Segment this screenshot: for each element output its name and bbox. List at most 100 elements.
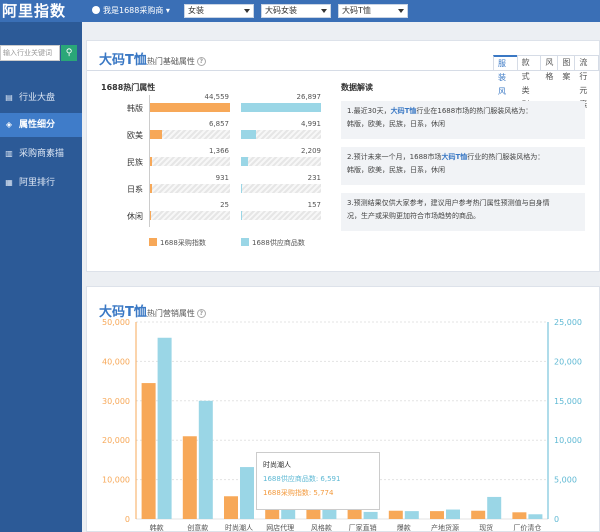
y-left-tick: 20,000 bbox=[102, 436, 130, 445]
select-subcategory[interactable]: 大码女装 bbox=[261, 4, 331, 18]
bar-supply bbox=[487, 496, 502, 519]
supply-bar bbox=[241, 184, 242, 193]
basic-attributes-panel: 大码T恤热门基础属性? 服装风格 款式类别 风格 图案 流行元素 1688热门属… bbox=[86, 40, 600, 272]
x-tick: 现货 bbox=[479, 523, 493, 532]
bar-supply bbox=[528, 514, 543, 519]
chevron-down-icon bbox=[244, 9, 250, 13]
buy-value: 1,366 bbox=[208, 147, 229, 155]
row-label: 民族 bbox=[127, 158, 143, 167]
bar-buy bbox=[471, 510, 486, 519]
y-right-tick: 15,000 bbox=[554, 397, 582, 406]
layers-icon: ◈ bbox=[5, 120, 13, 129]
chevron-down-icon bbox=[398, 9, 404, 13]
legend-buy: 1688采购指数 bbox=[160, 239, 206, 247]
x-tick: 创意款 bbox=[187, 523, 208, 532]
user-menu[interactable]: 我是1688采购商 ▾ bbox=[92, 0, 170, 22]
x-tick: 风格款 bbox=[311, 523, 332, 532]
x-tick: 韩款 bbox=[150, 523, 164, 532]
x-tick: 爆款 bbox=[397, 523, 411, 532]
bar-track bbox=[150, 211, 230, 220]
ranking-icon: ▦ bbox=[5, 178, 13, 187]
bar-buy bbox=[141, 383, 156, 519]
chevron-down-icon bbox=[321, 9, 327, 13]
bar-track bbox=[241, 211, 321, 220]
attribute-tabs: 服装风格 款式类别 风格 图案 流行元素 bbox=[493, 55, 600, 110]
y-left-tick: 30,000 bbox=[102, 397, 130, 406]
interpretation-item: 3.预测结果仅供大家参考，建议用户参考热门属性预测值与自身情 况，生产或采购更加符… bbox=[341, 193, 585, 231]
buy-value: 44,559 bbox=[204, 93, 230, 101]
x-tick: 网店代理 bbox=[266, 523, 294, 532]
supply-value: 2,209 bbox=[300, 147, 321, 155]
buy-bar bbox=[150, 103, 230, 112]
legend-swatch-buy bbox=[149, 238, 157, 246]
select-category[interactable]: 女装 bbox=[184, 4, 254, 18]
bar-buy bbox=[347, 509, 362, 519]
bar-supply bbox=[157, 337, 172, 519]
help-icon[interactable]: ? bbox=[196, 57, 206, 66]
supply-bar bbox=[241, 103, 321, 112]
chart-icon: ▤ bbox=[5, 93, 13, 102]
bar-buy bbox=[388, 510, 403, 519]
bar-supply bbox=[322, 509, 337, 519]
tab-fashion[interactable]: 风格 bbox=[540, 55, 559, 81]
row-label: 韩版 bbox=[127, 104, 143, 113]
user-label: 我是1688采购商 bbox=[103, 6, 164, 15]
sidebar-item-buyers[interactable]: ▥ 采购商素描 bbox=[0, 142, 82, 166]
panel-title: 大码T恤热门基础属性? bbox=[99, 49, 206, 68]
sidebar-item-attributes[interactable]: ◈ 属性细分 bbox=[0, 113, 82, 137]
chart-tooltip: 时尚潮人 1688供应商品数: 6,591 1688采购指数: 5,774 bbox=[256, 452, 380, 510]
supply-bar bbox=[241, 130, 256, 139]
supply-value: 231 bbox=[307, 174, 321, 182]
x-tick: 厂价清仓 bbox=[513, 523, 541, 532]
sidebar-item-industry[interactable]: ▤ 行业大盘 bbox=[0, 86, 82, 110]
buy-value: 25 bbox=[220, 201, 229, 209]
section-interpretation: 数据解读 bbox=[341, 83, 373, 92]
bar-track bbox=[241, 184, 321, 193]
buy-bar bbox=[150, 157, 153, 166]
tab-pattern[interactable]: 图案 bbox=[557, 55, 576, 81]
search-icon[interactable]: ⚲ bbox=[61, 45, 77, 61]
brand-logo[interactable]: 阿里指数 bbox=[0, 0, 82, 22]
y-right-tick: 20,000 bbox=[554, 357, 582, 366]
bar-supply bbox=[198, 400, 213, 519]
legend-swatch-supply bbox=[241, 238, 249, 246]
supply-value: 26,897 bbox=[296, 93, 322, 101]
bar-buy bbox=[512, 512, 527, 519]
tab-trend[interactable]: 流行元素 bbox=[574, 55, 600, 109]
tab-style[interactable]: 服装风格 bbox=[493, 55, 518, 110]
bar-buy bbox=[430, 511, 444, 519]
search-input[interactable]: 输入行业关键词 bbox=[0, 45, 60, 61]
bar-buy bbox=[224, 496, 238, 519]
supply-value: 157 bbox=[307, 201, 321, 209]
bar-buy bbox=[182, 436, 197, 519]
legend-supply: 1688供应商品数 bbox=[252, 239, 305, 247]
interpretation-item: 1.最近30天，大码T恤行业在1688市场的热门服装风格为： 韩版，欧美，民族，日… bbox=[341, 101, 585, 139]
supply-bar bbox=[241, 211, 242, 220]
select-product[interactable]: 大码T恤 bbox=[338, 4, 408, 18]
x-tick: 厂家直销 bbox=[349, 523, 377, 532]
y-right-tick: 25,000 bbox=[554, 318, 582, 327]
y-right-tick: 0 bbox=[554, 515, 559, 524]
y-right-tick: 5,000 bbox=[554, 476, 577, 485]
divider bbox=[87, 70, 600, 71]
y-left-tick: 50,000 bbox=[102, 318, 130, 327]
bar-track bbox=[241, 157, 321, 166]
bar-supply bbox=[404, 511, 419, 519]
sidebar-item-ranking[interactable]: ▦ 阿里排行 bbox=[0, 171, 82, 195]
y-left-tick: 10,000 bbox=[102, 476, 130, 485]
bar-track bbox=[150, 157, 230, 166]
tab-type[interactable]: 款式类别 bbox=[516, 55, 542, 109]
x-tick: 时尚潮人 bbox=[225, 523, 253, 532]
row-label: 休闲 bbox=[127, 212, 143, 221]
buy-value: 931 bbox=[215, 174, 229, 182]
tooltip-title: 时尚潮人 bbox=[263, 461, 291, 469]
supply-value: 4,991 bbox=[300, 120, 321, 128]
y-left-tick: 0 bbox=[125, 515, 130, 524]
row-label: 日系 bbox=[127, 185, 143, 194]
bar-supply bbox=[363, 511, 378, 519]
bar-track bbox=[150, 184, 230, 193]
tooltip-buy: 1688采购指数: 5,774 bbox=[263, 489, 334, 497]
section-hot-attributes: 1688热门属性 bbox=[101, 83, 156, 92]
y-left-tick: 40,000 bbox=[102, 357, 130, 366]
tooltip-supply: 1688供应商品数: 6,591 bbox=[263, 475, 341, 483]
